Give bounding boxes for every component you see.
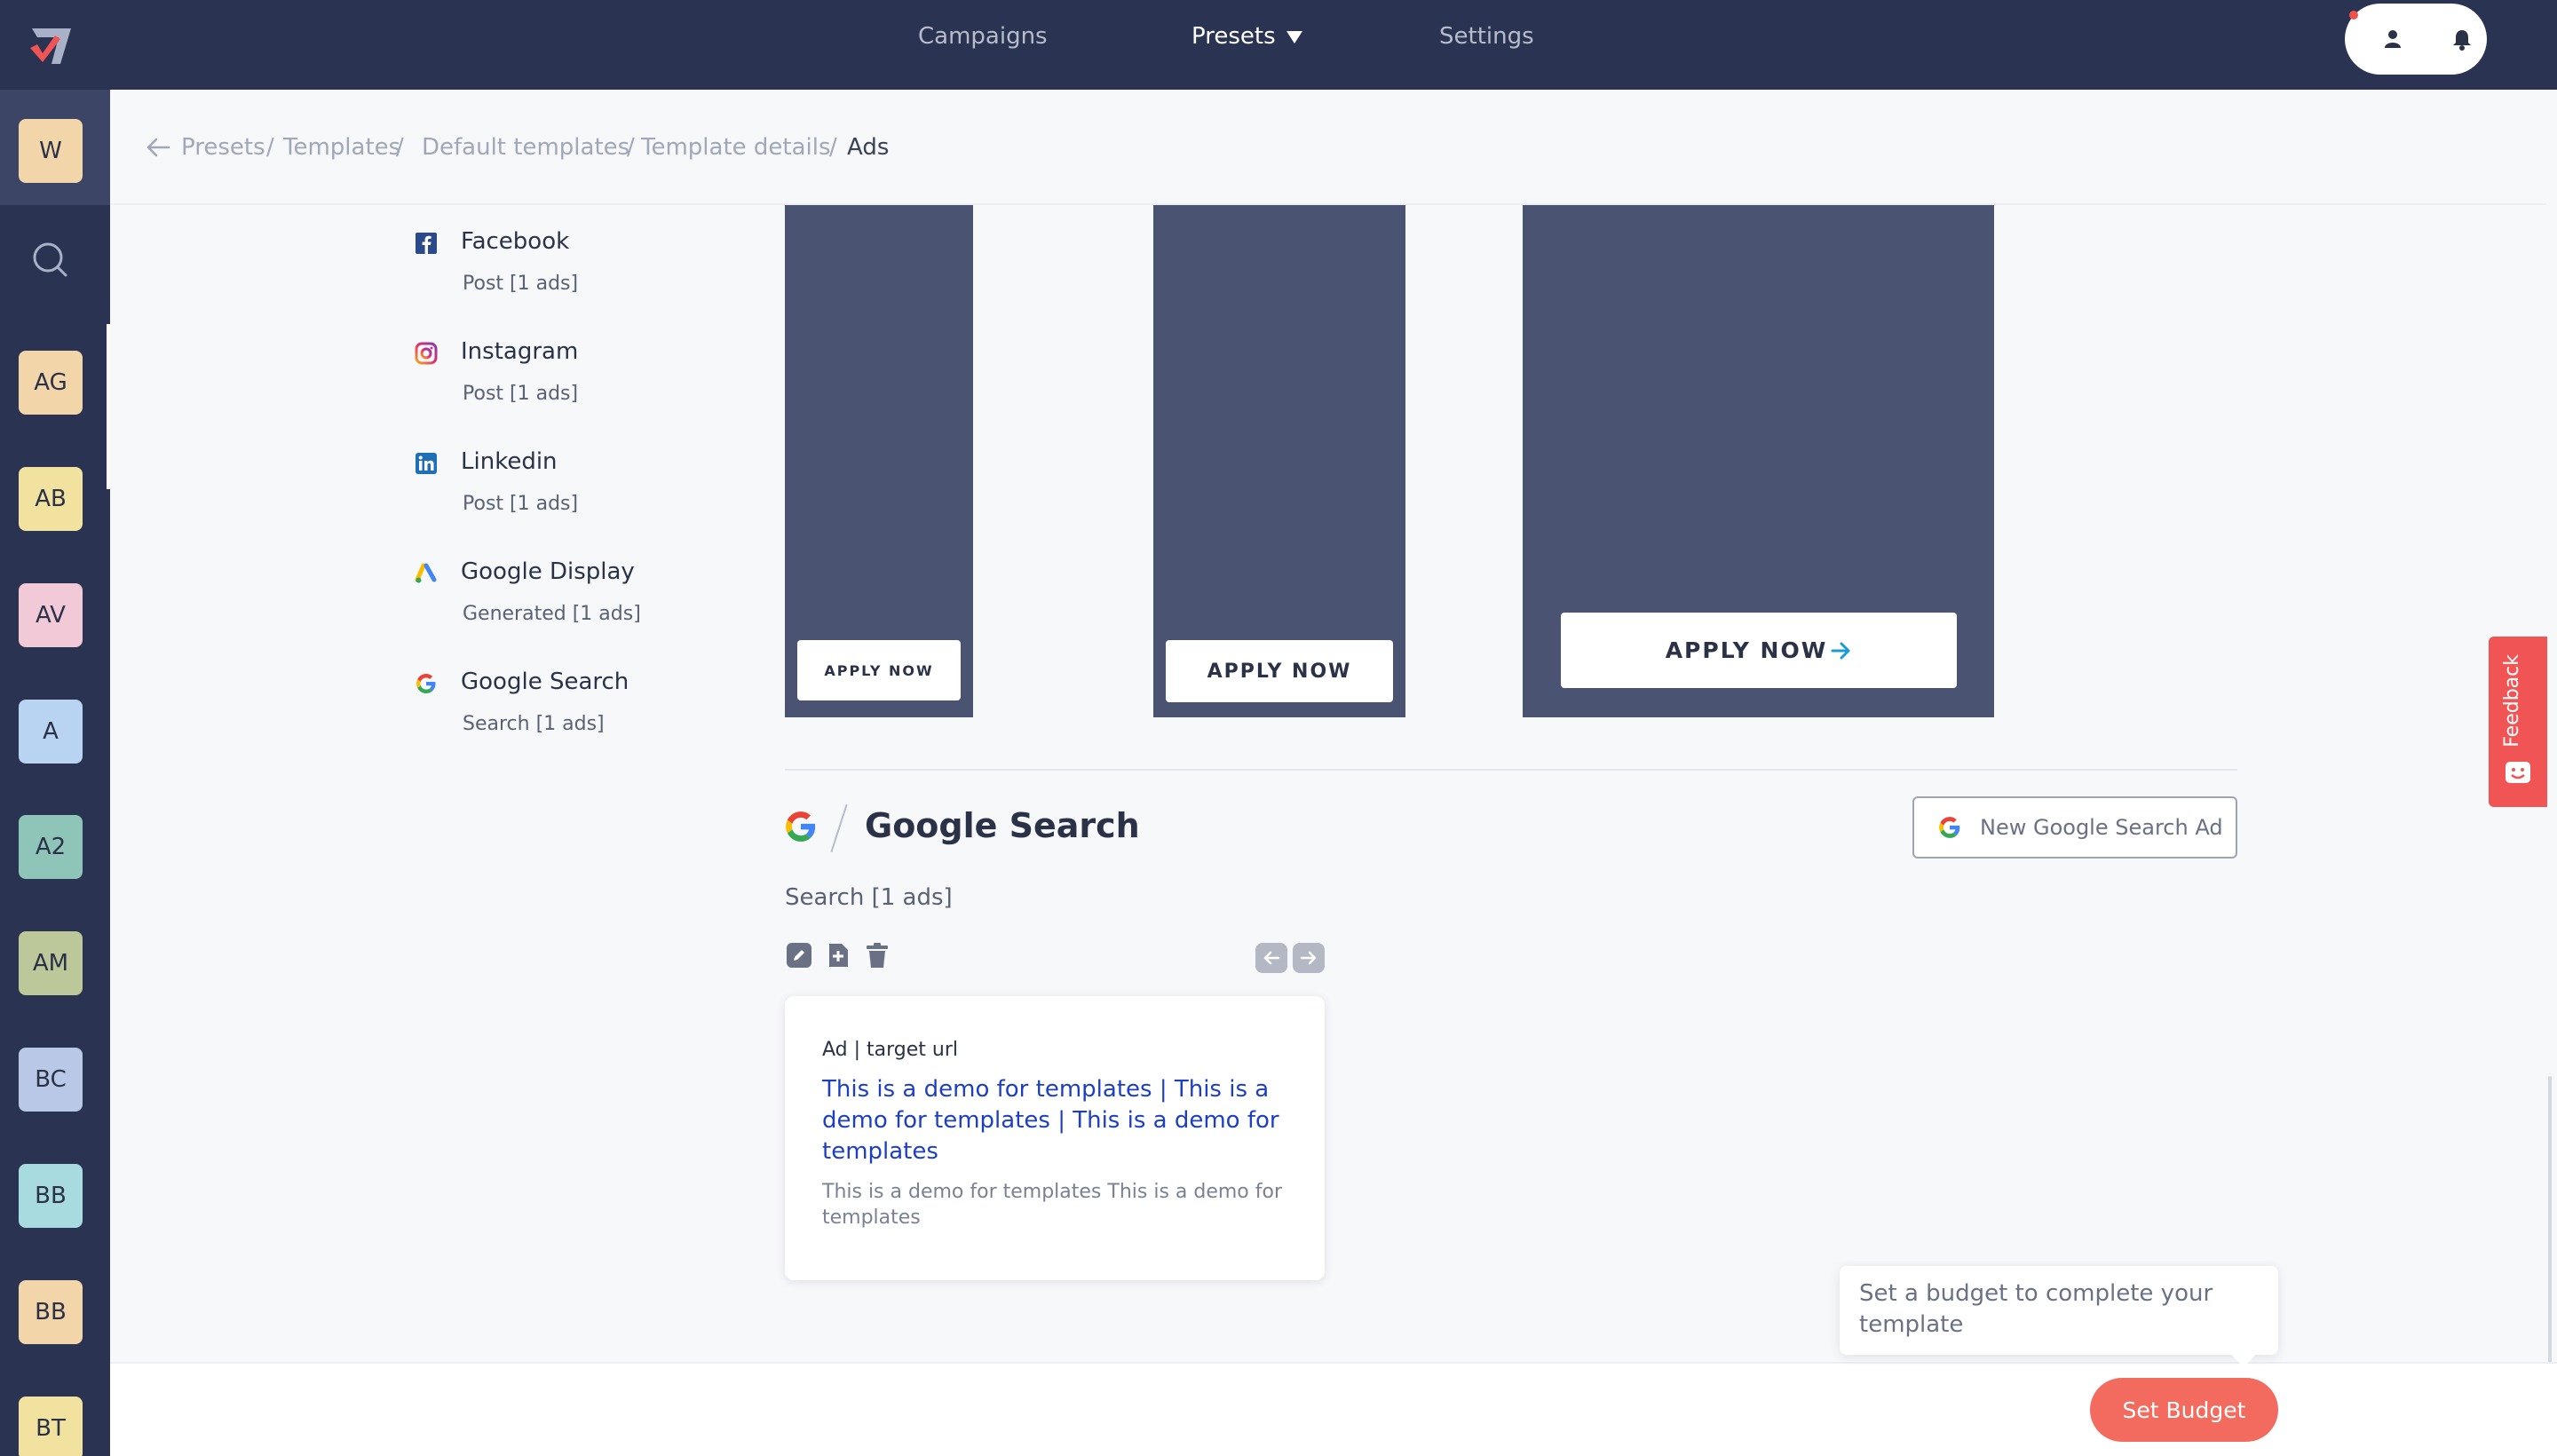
user-icon[interactable] — [2380, 27, 2405, 51]
google-icon — [786, 811, 816, 842]
search-icon[interactable] — [31, 241, 68, 278]
workspace-bb-2[interactable]: BB — [19, 1280, 83, 1344]
edit-icon[interactable] — [785, 941, 813, 969]
ad-preview-3: APPLY NOW — [1523, 205, 1994, 717]
workspace-w[interactable]: W — [19, 119, 83, 183]
nav-settings[interactable]: Settings — [1439, 23, 1534, 50]
next-ad-button[interactable] — [1293, 943, 1325, 973]
crumb-ads: Ads — [847, 134, 890, 161]
ad-preview-2: APPLY NOW — [1153, 205, 1405, 717]
apply-now-button[interactable]: APPLY NOW — [1166, 640, 1393, 702]
rail-scroll-indicator — [107, 324, 110, 489]
back-arrow-icon[interactable] — [146, 136, 170, 159]
workspace-bb[interactable]: BB — [19, 1164, 83, 1228]
workspace-a2[interactable]: A2 — [19, 815, 83, 879]
apply-now-button[interactable]: APPLY NOW — [797, 640, 961, 700]
notification-dot — [2349, 11, 2358, 20]
facebook-icon — [416, 233, 437, 254]
section-title: Google Search — [865, 806, 1140, 845]
new-google-search-ad-label: New Google Search Ad — [1980, 815, 2223, 840]
ad-url: Ad | target url — [822, 1039, 959, 1061]
workspace-rail: W AG AB AV A A2 AM BC BB BB BT — [0, 90, 110, 1456]
platform-ad-count: Post [1 ads] — [463, 383, 579, 405]
nav-presets-label: Presets — [1191, 23, 1276, 50]
previous-ad-button[interactable] — [1255, 943, 1287, 973]
crumb-separator: / — [266, 134, 274, 161]
platform-name: Linkedin — [461, 448, 558, 475]
search-ad-count: Search [1 ads] — [785, 884, 953, 911]
nav-campaigns[interactable]: Campaigns — [918, 23, 1048, 50]
top-nav: Campaigns Presets Settings — [0, 0, 2557, 90]
nav-presets[interactable]: Presets — [1191, 23, 1302, 50]
set-budget-button[interactable]: Set Budget — [2090, 1378, 2278, 1442]
platform-name: Google Display — [461, 558, 635, 585]
crumb-template-details[interactable]: Template details — [641, 134, 831, 161]
feedback-icon — [2506, 762, 2530, 783]
linkedin-icon — [416, 453, 437, 474]
platform-name: Instagram — [461, 338, 579, 365]
budget-tooltip: Set a budget to complete your template — [1840, 1266, 2278, 1367]
google-ads-icon — [415, 563, 437, 583]
crumb-separator: / — [396, 134, 404, 161]
search-ad-card[interactable]: Ad | target url This is a demo for templ… — [785, 996, 1325, 1280]
feedback-label: Feedback — [2501, 654, 2523, 748]
platform-ad-count: Post [1 ads] — [463, 273, 579, 295]
crumb-templates[interactable]: Templates — [283, 134, 400, 161]
title-slash — [830, 804, 848, 852]
crumb-default-templates[interactable]: Default templates — [422, 134, 629, 161]
ad-description: This is a demo for templates This is a d… — [822, 1181, 1283, 1229]
arrow-left-icon — [1263, 951, 1280, 965]
google-icon — [1939, 817, 1960, 838]
ad-preview-1: APPLY NOW — [785, 205, 973, 717]
apply-now-label: APPLY NOW — [1665, 637, 1828, 663]
budget-tooltip-text: Set a budget to complete your template — [1859, 1280, 2213, 1338]
arrow-right-icon — [1300, 951, 1317, 965]
workspace-av[interactable]: AV — [19, 583, 83, 647]
instagram-icon — [415, 342, 438, 365]
workspace-bt[interactable]: BT — [19, 1397, 83, 1456]
workspace-bc[interactable]: BC — [19, 1048, 83, 1112]
ad-headline[interactable]: This is a demo for templates | This is a… — [822, 1074, 1293, 1167]
section-divider — [785, 769, 2237, 771]
platform-name: Google Search — [461, 669, 629, 695]
arrow-right-icon — [1831, 642, 1850, 659]
workspace-a[interactable]: A — [19, 700, 83, 764]
user-controls — [2345, 4, 2487, 75]
platform-name: Facebook — [461, 228, 570, 255]
workspace-ab[interactable]: AB — [19, 467, 83, 531]
platform-ad-count: Search [1 ads] — [463, 713, 605, 735]
platform-ad-count: Post [1 ads] — [463, 493, 579, 515]
breadcrumb: Presets / Templates / Default templates … — [110, 90, 2546, 205]
workspace-ag[interactable]: AG — [19, 351, 83, 415]
bell-icon[interactable] — [2450, 27, 2474, 51]
caret-down-icon — [1286, 30, 1302, 44]
trash-icon[interactable] — [863, 941, 891, 969]
app-logo[interactable] — [25, 18, 78, 71]
workspace-am[interactable]: AM — [19, 931, 83, 995]
platform-ad-count: Generated [1 ads] — [463, 603, 641, 625]
new-google-search-ad-button[interactable]: New Google Search Ad — [1912, 796, 2237, 859]
apply-now-button[interactable]: APPLY NOW — [1561, 613, 1957, 688]
google-icon — [416, 674, 436, 693]
crumb-separator: / — [627, 134, 635, 161]
crumb-presets[interactable]: Presets — [181, 134, 265, 161]
duplicate-icon[interactable] — [824, 941, 852, 969]
feedback-tab[interactable]: Feedback — [2489, 637, 2547, 807]
crumb-separator: / — [829, 134, 837, 161]
